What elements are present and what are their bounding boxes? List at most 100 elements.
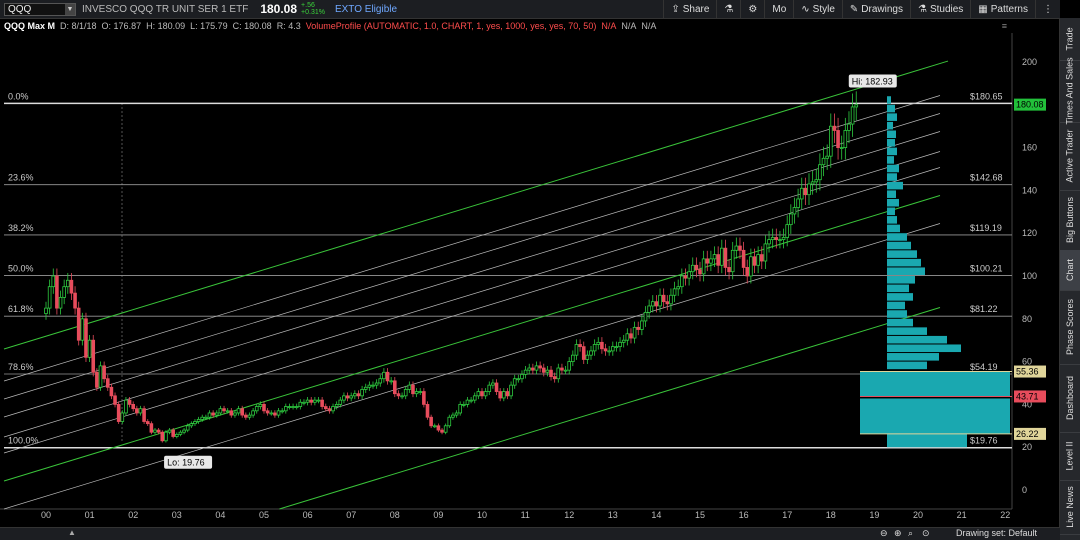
channel-line[interactable] [3, 113, 941, 400]
volume-profile-bar [887, 267, 925, 275]
candle-body [672, 288, 677, 296]
price-chart[interactable]: 0204060801001201401601802000001020304050… [0, 33, 1060, 519]
zoom-out-icon[interactable]: ⊖ [880, 528, 888, 539]
zoom-search-icon[interactable]: ⌕ [908, 528, 913, 539]
candle-body [84, 318, 88, 358]
x-tick-label: 08 [390, 510, 400, 519]
volume-profile-bar [887, 130, 896, 139]
low-callout-label: Lo: 19.76 [167, 458, 205, 468]
sidebar-tab-level-ii[interactable]: Level II [1060, 432, 1080, 481]
candle-body [843, 130, 848, 149]
candle-body [229, 410, 234, 416]
price-tag-label: 55.36 [1016, 367, 1039, 377]
symbol-value[interactable]: QQQ [8, 4, 31, 15]
candle-body [66, 279, 70, 288]
symbol-selector[interactable]: QQQ ▼ [4, 2, 76, 16]
candle-body [327, 408, 332, 412]
candle-body [759, 254, 764, 262]
y-tick-label: 160 [1022, 143, 1037, 153]
sidebar-tab-active-trader[interactable]: Active Trader [1060, 122, 1080, 191]
bar-open: O: 176.87 [101, 21, 142, 31]
x-tick-label: 11 [521, 510, 530, 519]
volume-profile-bar [887, 198, 899, 207]
candle-body [850, 106, 855, 125]
right-sidebar: Trade Times And Sales Active Trader Big But… [1059, 18, 1080, 540]
sidebar-tab-times-and-sales[interactable]: Times And Sales [1060, 57, 1080, 125]
candle-body [799, 187, 804, 200]
patterns-button[interactable]: ▦ Patterns [970, 0, 1035, 18]
candle-body [745, 267, 750, 277]
fib-price-label: $100.21 [970, 264, 1003, 274]
sidebar-tab-label: Level II [1065, 441, 1075, 471]
chevron-down-icon[interactable]: ▼ [65, 3, 75, 15]
candle-body [701, 258, 706, 275]
sidebar-tab-live-news[interactable]: Live News [1060, 480, 1080, 535]
drawings-button[interactable]: ✎ Drawings [841, 0, 910, 18]
candle-body [127, 399, 132, 405]
drawing-set-label[interactable]: Drawing set: Default [956, 528, 1037, 538]
candle-body [371, 384, 375, 387]
fib-percent-label: 61.8% [8, 304, 34, 314]
bar-close: C: 180.08 [232, 21, 272, 31]
sidebar-tab-phase-scores[interactable]: Phase Scores [1060, 290, 1080, 365]
sidebar-tab-big-buttons[interactable]: Big Buttons [1060, 190, 1080, 251]
change-absolute: +.56 [301, 2, 315, 9]
last-price: 180.08 [260, 2, 298, 16]
sidebar-tab-dashboard[interactable]: Dashboard [1060, 364, 1080, 433]
share-label: Share [682, 3, 710, 15]
aggregation-button[interactable]: Mo [764, 0, 793, 18]
candle-body [51, 275, 56, 288]
candle-body [204, 416, 208, 419]
candle-body [611, 346, 615, 352]
candle-body [538, 365, 542, 369]
candle-body [832, 125, 837, 131]
volume-profile-bar [887, 156, 894, 164]
x-tick-label: 04 [215, 510, 225, 519]
candle-body [738, 245, 742, 251]
candle-body [153, 429, 157, 433]
fib-price-label: $119.19 [970, 223, 1002, 233]
candle-body [214, 412, 219, 416]
high-callout-label: Hi: 182.93 [852, 77, 893, 87]
study-na-2: N/A [621, 21, 637, 31]
channel-line[interactable] [3, 151, 941, 438]
x-tick-label: 09 [433, 510, 443, 519]
settings-button[interactable]: ⚙ [740, 0, 764, 18]
candle-body [247, 414, 252, 418]
candle-body [720, 247, 724, 266]
candle-body [523, 369, 528, 375]
candle-body [363, 386, 368, 390]
candle-body [116, 403, 121, 422]
candle-body [265, 410, 270, 414]
fib-price-label: $81.22 [970, 304, 998, 314]
more-button[interactable]: ⋮ [1035, 0, 1060, 18]
candle-body [730, 249, 735, 273]
channel-line[interactable] [3, 60, 949, 350]
studies-button[interactable]: ⚗ Studies [909, 0, 970, 18]
share-button[interactable]: ⇪ Share [663, 0, 716, 18]
volume-profile-bar [887, 121, 893, 130]
sidebar-tab-chart[interactable]: Chart [1060, 250, 1080, 291]
candle-body [829, 125, 833, 157]
channel-line[interactable] [279, 307, 941, 510]
candle-body [640, 320, 644, 330]
exto-badge[interactable]: EXTO Eligible [335, 4, 397, 15]
study-label[interactable]: VolumeProfile (AUTOMATIC, 1.0, CHART, 1,… [306, 21, 597, 31]
x-tick-label: 19 [869, 510, 879, 519]
panel-menu-icon[interactable]: ≡ [1002, 21, 1007, 31]
scroll-up-icon[interactable]: ▲ [68, 528, 76, 537]
candle-body [814, 179, 819, 183]
candle-body [174, 433, 179, 437]
style-button[interactable]: ∿ Style [793, 0, 842, 18]
channel-line[interactable] [3, 223, 941, 510]
zoom-reset-icon[interactable]: ⊙ [922, 528, 930, 539]
volume-profile-bar [887, 147, 897, 156]
zoom-in-icon[interactable]: ⊕ [894, 528, 902, 539]
x-tick-label: 18 [826, 510, 836, 519]
flask-button[interactable]: ⚗ [716, 0, 740, 18]
volume-profile-bar [887, 258, 921, 267]
candle-body [69, 279, 74, 294]
sidebar-tab-trade[interactable]: Trade [1060, 18, 1080, 61]
candle-body [698, 269, 702, 275]
candle-body [342, 395, 346, 401]
